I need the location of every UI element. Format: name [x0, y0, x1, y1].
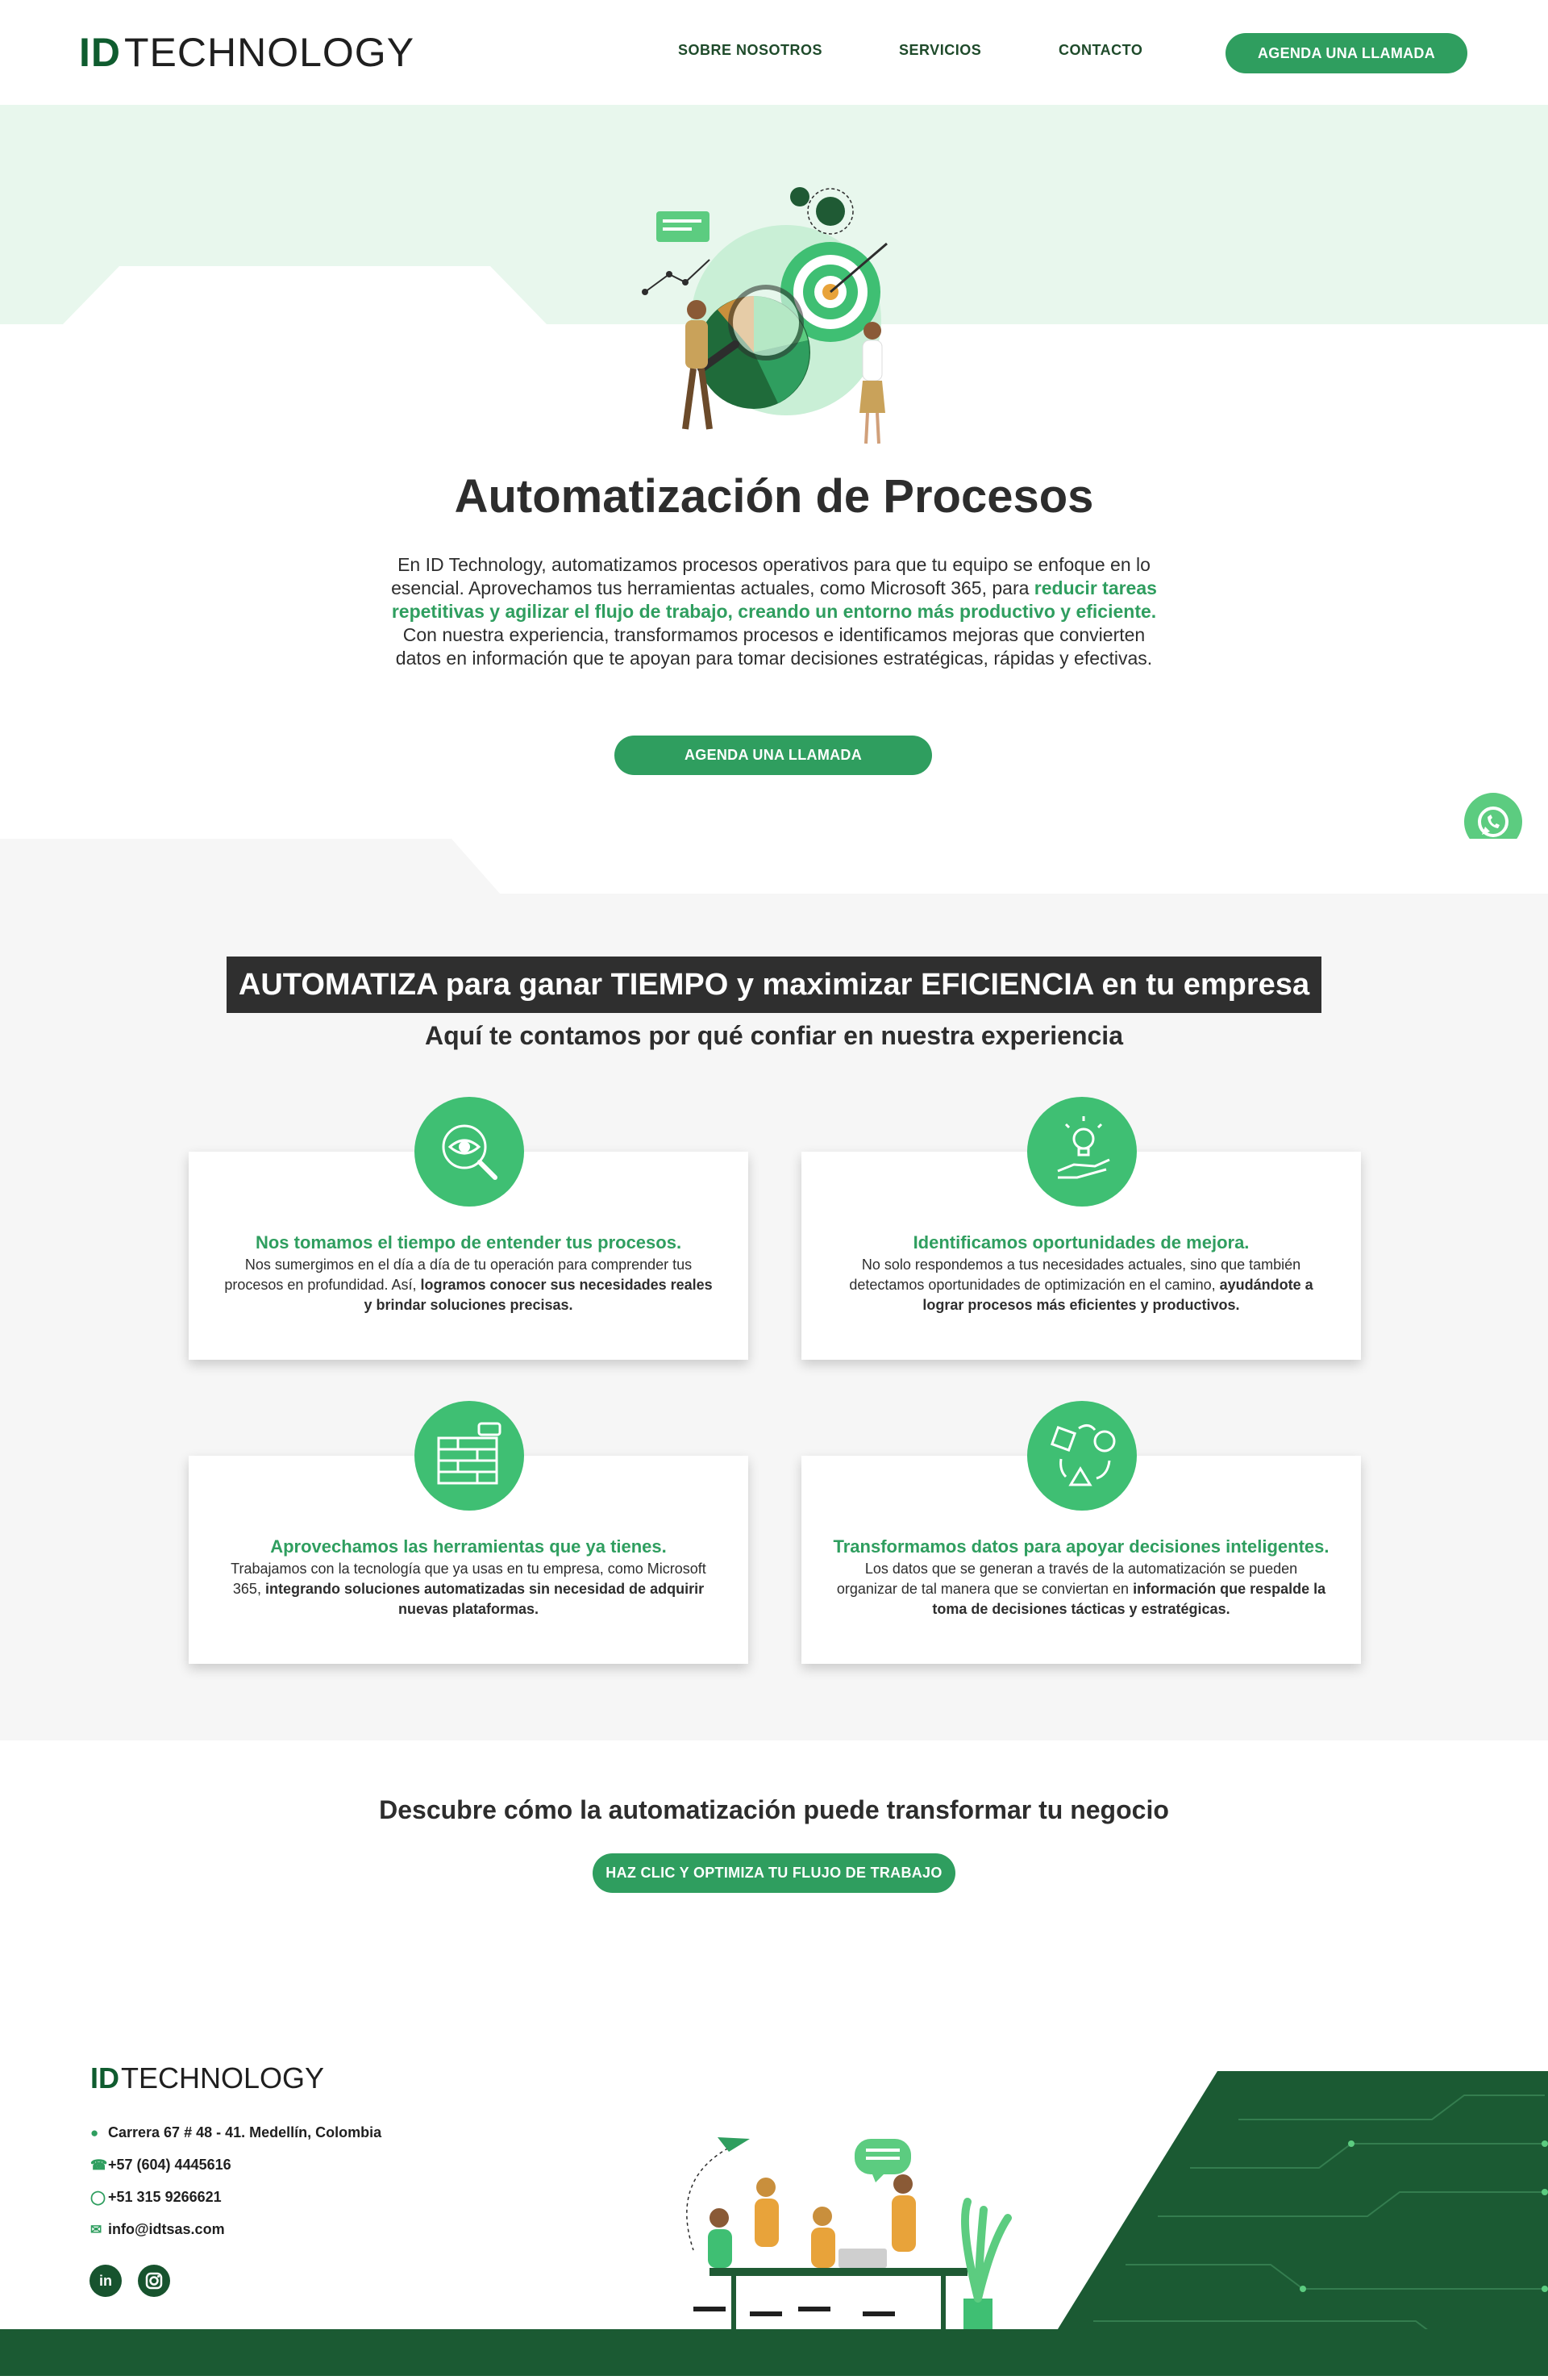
optimize-cta-button[interactable]: HAZ CLIC Y OPTIMIZA TU FLUJO DE TRABAJO [593, 1853, 955, 1893]
mail-icon: ✉ [90, 2222, 102, 2237]
card-title: Transformamos datos para apoyar decision… [833, 1536, 1330, 1557]
eye-search-icon [414, 1097, 524, 1207]
card-text: Nos sumergimos en el día a día de tu ope… [221, 1255, 716, 1315]
instagram-icon[interactable] [138, 2265, 170, 2297]
footer-bottom-bar [0, 2329, 1548, 2376]
hero-notch [63, 266, 547, 324]
hero-title: Automatización de Procesos [454, 470, 1094, 523]
footer-email-text: info@idtsas.com [108, 2221, 225, 2237]
card-text-bold: integrando soluciones automatizadas sin … [264, 1581, 705, 1617]
hero-text-part-2: Con nuestra experiencia, transformamos p… [395, 624, 1153, 669]
hero-description: En ID Technology, automatizamos procesos… [379, 553, 1169, 670]
logo[interactable]: IDTECHNOLOGY [79, 29, 414, 76]
hero-cta-button[interactable]: AGENDA UNA LLAMADA [614, 736, 932, 775]
card-title: Identificamos oportunidades de mejora. [913, 1232, 1250, 1253]
site-header: IDTECHNOLOGY SOBRE NOSOTROS SERVICIOS CO… [0, 0, 1548, 105]
footer-address: ● Carrera 67 # 48 - 41. Medellín, Colombi… [90, 2124, 381, 2141]
analytics-illustration [642, 187, 888, 444]
card-title: Nos tomamos el tiempo de entender tus pr… [255, 1232, 682, 1253]
card-text: Los datos que se generan a través de la … [834, 1559, 1329, 1619]
bricks-icon [414, 1401, 524, 1511]
footer-whatsapp[interactable]: ◯ +51 315 9266621 [90, 2189, 222, 2206]
whatsapp-icon: ◯ [90, 2190, 106, 2205]
footer-phone-text: +57 (604) 4445616 [108, 2157, 231, 2173]
phone-icon: ☎ [90, 2157, 108, 2173]
logo-text: TECHNOLOGY [124, 30, 415, 75]
nav-contacto[interactable]: CONTACTO [1059, 42, 1142, 59]
footer-phone[interactable]: ☎+57 (604) 4445616 [90, 2157, 231, 2174]
footer-logo-text: TECHNOLOGY [121, 2061, 325, 2094]
card-text: No solo respondemos a tus necesidades ac… [834, 1255, 1329, 1315]
nav-servicios[interactable]: SERVICIOS [899, 42, 981, 59]
benefits-subtitle: Aquí te contamos por qué confiar en nues… [425, 1021, 1123, 1050]
linkedin-icon[interactable]: in [89, 2265, 122, 2297]
footer-address-text: Carrera 67 # 48 - 41. Medellín, Colombia [108, 2124, 382, 2140]
header-cta-button[interactable]: AGENDA UNA LLAMADA [1226, 33, 1467, 73]
team-meeting-illustration [686, 2137, 1012, 2336]
footer-logo-id: ID [90, 2061, 119, 2094]
shapes-cycle-icon [1027, 1401, 1137, 1511]
lightbulb-hand-icon [1027, 1097, 1137, 1207]
location-pin-icon: ● [90, 2125, 99, 2140]
footer-logo[interactable]: IDTECHNOLOGY [90, 2061, 324, 2095]
benefits-banner: AUTOMATIZA para ganar TIEMPO y maximizar… [227, 957, 1321, 1013]
cta-title: Descubre cómo la automatización puede tr… [379, 1795, 1169, 1824]
logo-id: ID [79, 30, 121, 75]
footer-whatsapp-text: +51 315 9266621 [108, 2189, 222, 2205]
card-title: Aprovechamos las herramientas que ya tie… [270, 1536, 667, 1557]
card-text: Trabajamos con la tecnología que ya usas… [221, 1559, 716, 1619]
nav-sobre-nosotros[interactable]: SOBRE NOSOTROS [678, 42, 822, 59]
footer-email[interactable]: ✉ info@idtsas.com [90, 2221, 225, 2238]
